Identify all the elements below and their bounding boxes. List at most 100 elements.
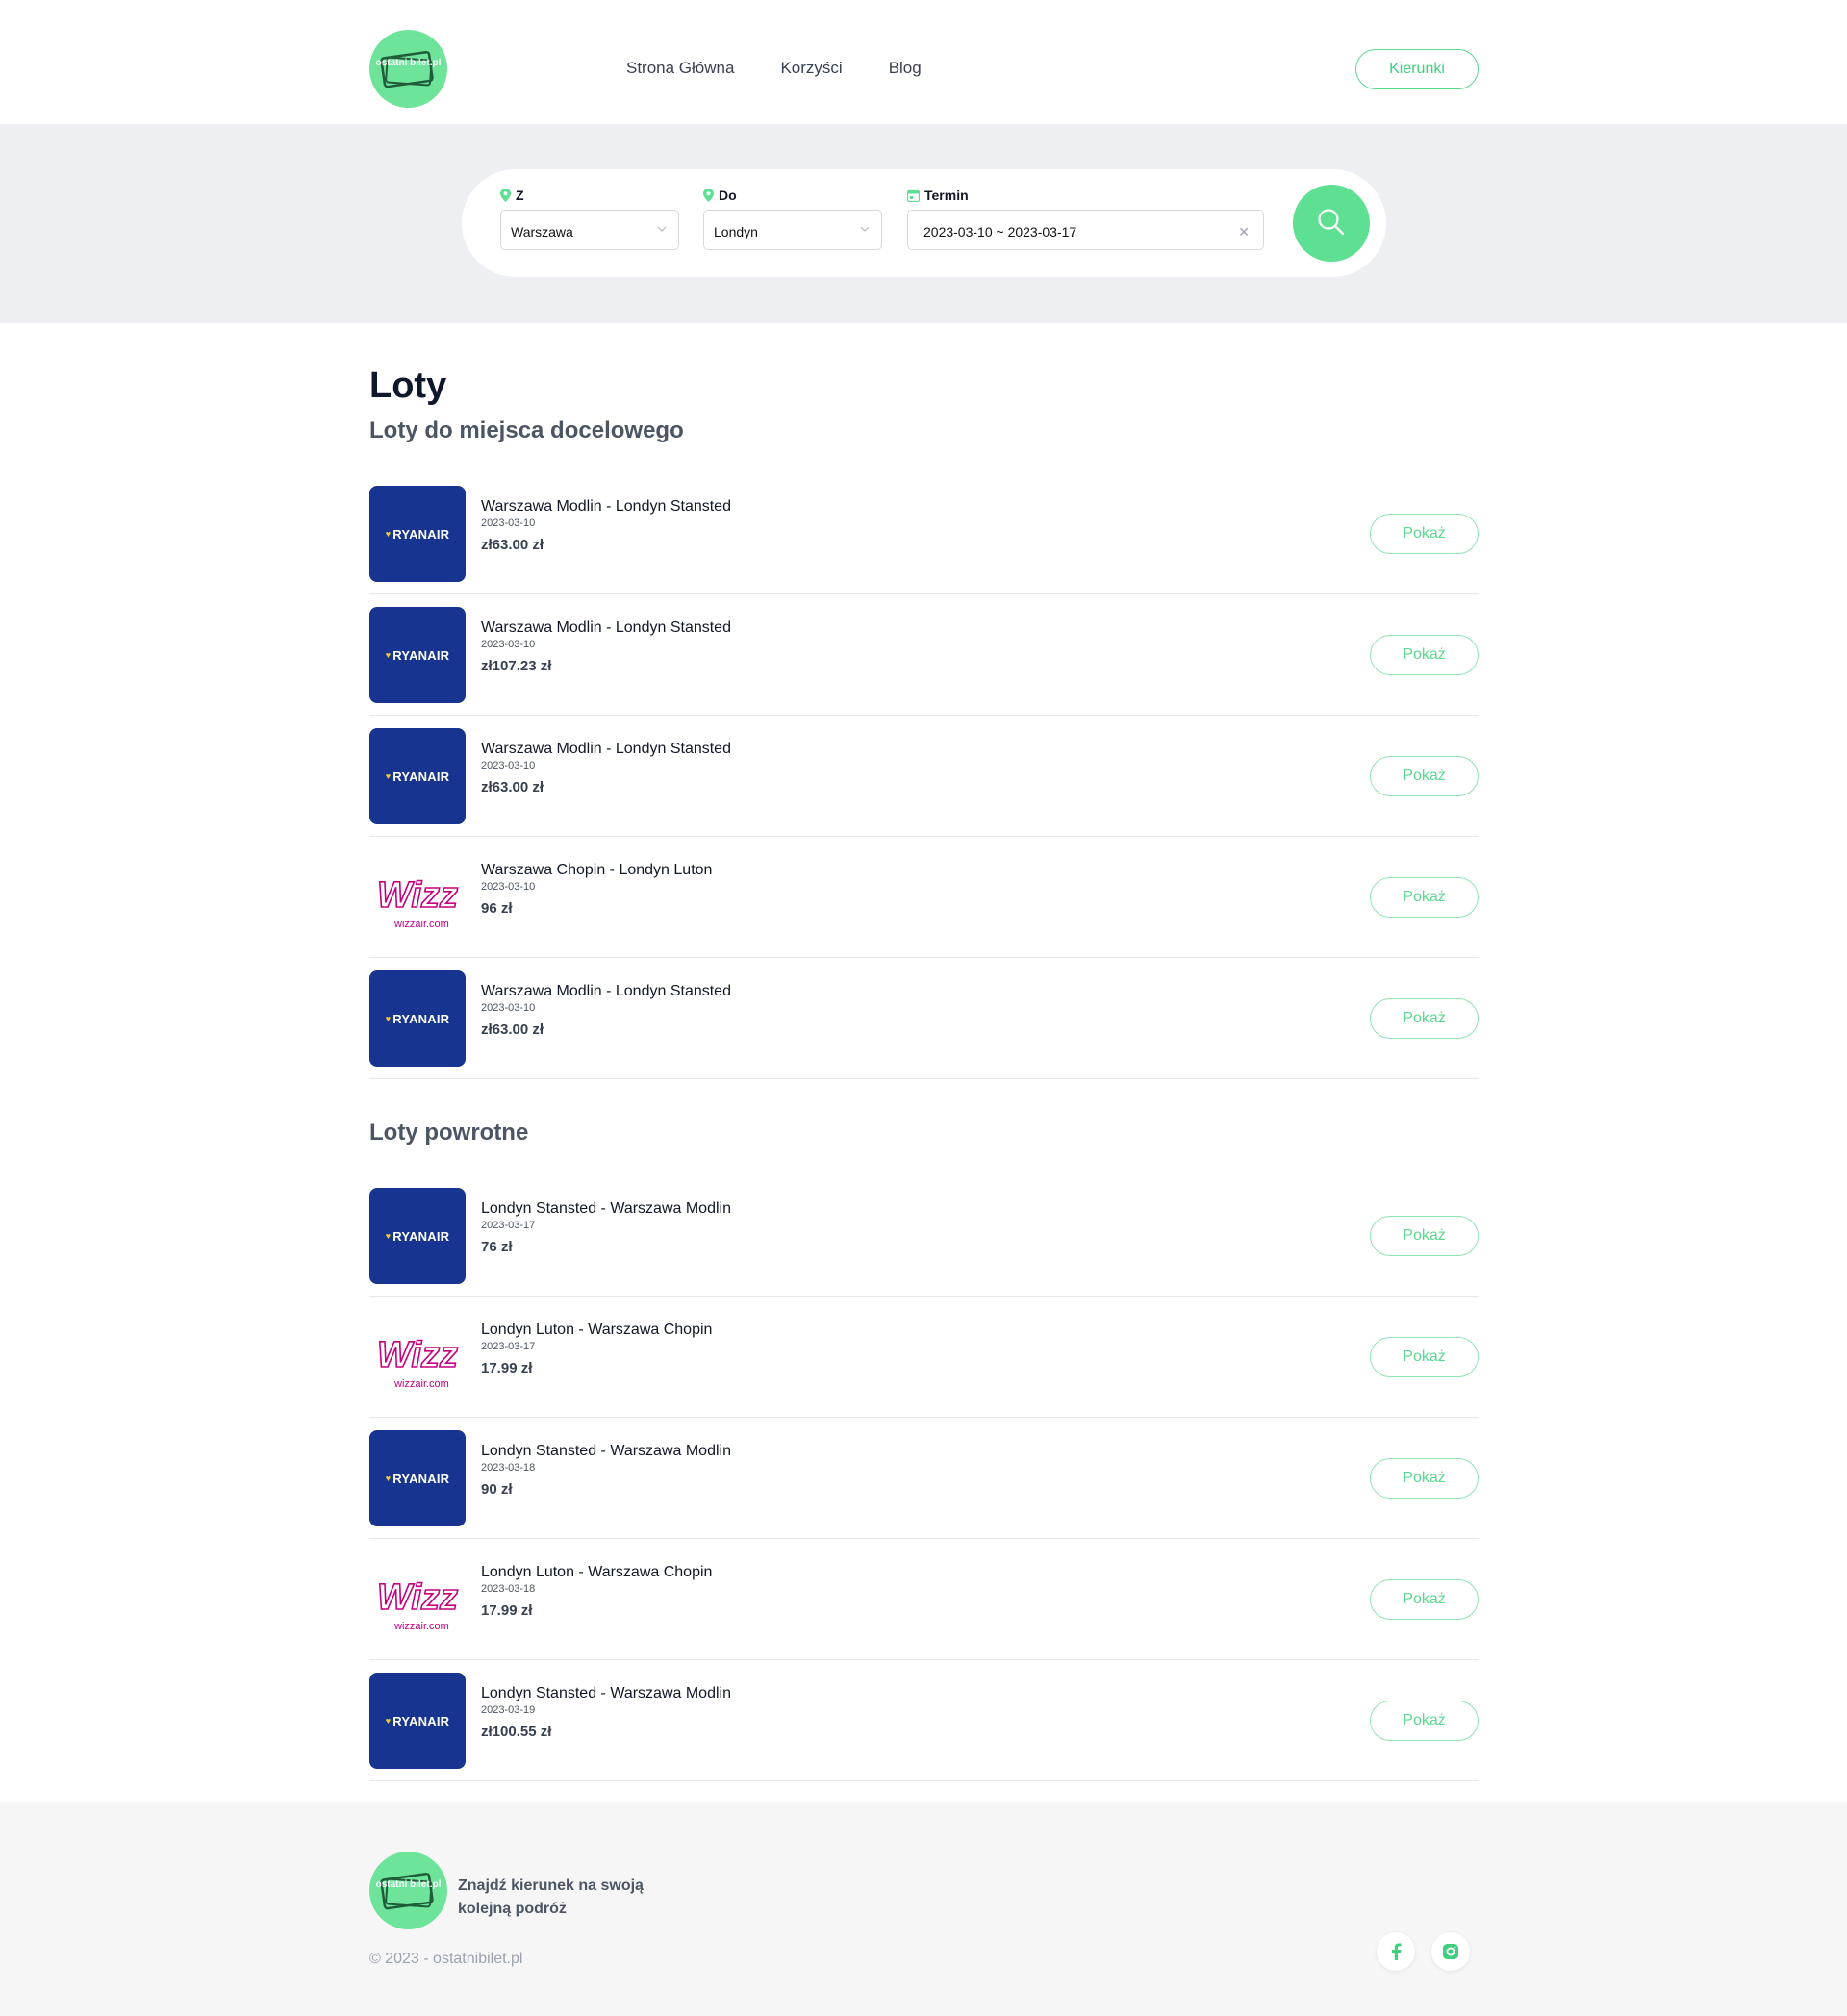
- show-flight-button[interactable]: Pokaż: [1370, 998, 1479, 1039]
- wizzair-logo: Wizz wizzair.com: [369, 1551, 466, 1648]
- footer-logo[interactable]: ostatni bilet.pl: [369, 1852, 447, 1929]
- wizzair-logo: Wizz wizzair.com: [369, 849, 466, 945]
- calendar-icon: [907, 189, 920, 202]
- flight-date: 2023-03-17: [481, 1341, 536, 1352]
- harp-icon: ♥: [385, 1474, 392, 1483]
- from-select[interactable]: Warszawa: [500, 210, 679, 250]
- to-select[interactable]: Londyn: [703, 210, 882, 250]
- ryanair-logo: ♥ RYANAIR: [369, 607, 466, 703]
- flight-date: 2023-03-19: [481, 1704, 536, 1716]
- svg-text:Wizz: Wizz: [377, 1577, 458, 1618]
- flight-route: Warszawa Modlin - Londyn Stansted: [481, 741, 731, 757]
- date-field: Termin 2023-03-10 ~ 2023-03-17 ✕: [907, 187, 1264, 250]
- flight-date: 2023-03-10: [481, 517, 536, 529]
- flight-row: ♥ RYANAIR Londyn Stansted - Warszawa Modl…: [369, 1175, 1479, 1297]
- clear-icon[interactable]: ✕: [1238, 224, 1250, 240]
- show-flight-button[interactable]: Pokaż: [1370, 1216, 1479, 1256]
- ryanair-logo: ♥ RYANAIR: [369, 1430, 466, 1526]
- show-flight-button[interactable]: Pokaż: [1370, 877, 1479, 918]
- flight-info: Warszawa Chopin - Londyn Luton 2023-03-1…: [481, 862, 712, 917]
- flight-route: Warszawa Modlin - Londyn Stansted: [481, 983, 731, 999]
- flight-price: zł63.00 zł: [481, 779, 544, 795]
- flight-price: zł63.00 zł: [481, 1021, 544, 1038]
- show-flight-button[interactable]: Pokaż: [1370, 635, 1479, 675]
- flight-route: Londyn Stansted - Warszawa Modlin: [481, 1200, 731, 1217]
- to-value: Londyn: [714, 224, 758, 239]
- to-label: Do: [719, 188, 737, 203]
- nav-link-home[interactable]: Strona Główna: [626, 59, 734, 78]
- search-button[interactable]: [1293, 185, 1370, 262]
- logo-text: ostatni bilet.pl: [375, 58, 442, 68]
- from-value: Warszawa: [511, 224, 573, 239]
- airline-logo-text: RYANAIR: [392, 769, 450, 784]
- flight-info: Londyn Stansted - Warszawa Modlin 2023-0…: [481, 1443, 731, 1498]
- flight-date: 2023-03-10: [481, 881, 536, 893]
- flight-info: Londyn Luton - Warszawa Chopin 2023-03-1…: [481, 1322, 712, 1376]
- return-section-title: Loty powrotne: [369, 1120, 529, 1146]
- site-footer: ostatni bilet.pl Znajdź kierunek na swoj…: [0, 1802, 1847, 2016]
- airline-logo-text: wizzair.com: [394, 1378, 449, 1390]
- flight-row: ♥ RYANAIR Warszawa Modlin - Londyn Stanst…: [369, 594, 1479, 716]
- flight-date: 2023-03-17: [481, 1220, 536, 1231]
- flight-route: Warszawa Chopin - Londyn Luton: [481, 862, 713, 878]
- flight-route: Londyn Stansted - Warszawa Modlin: [481, 1685, 731, 1701]
- flight-row: ♥ RYANAIR Londyn Stansted - Warszawa Modl…: [369, 1660, 1479, 1781]
- ryanair-logo: ♥ RYANAIR: [369, 486, 466, 582]
- chevron-down-icon: [860, 226, 870, 232]
- airline-logo-text: wizzair.com: [394, 1621, 449, 1632]
- show-flight-button[interactable]: Pokaż: [1370, 1458, 1479, 1499]
- footer-tagline: Znajdź kierunek na swoją kolejną podróż: [458, 1877, 644, 1917]
- flight-route: Londyn Luton - Warszawa Chopin: [481, 1322, 713, 1338]
- harp-icon: ♥: [385, 529, 392, 539]
- harp-icon: ♥: [385, 771, 392, 781]
- flight-date: 2023-03-10: [481, 760, 536, 771]
- date-range-input[interactable]: 2023-03-10 ~ 2023-03-17 ✕: [907, 210, 1264, 250]
- date-label: Termin: [924, 188, 969, 203]
- flight-info: Londyn Stansted - Warszawa Modlin 2023-0…: [481, 1200, 731, 1255]
- airline-logo-text: RYANAIR: [392, 1011, 450, 1026]
- ryanair-logo: ♥ RYANAIR: [369, 970, 466, 1067]
- flight-row: ♥ RYANAIR Warszawa Modlin - Londyn Stanst…: [369, 958, 1479, 1079]
- chevron-down-icon: [657, 226, 667, 232]
- harp-icon: ♥: [385, 650, 392, 660]
- nav-link-benefits[interactable]: Korzyści: [780, 59, 842, 78]
- flight-date: 2023-03-18: [481, 1462, 536, 1474]
- search-band: Z Warszawa Do Londyn Termin 2023-03-10 ~…: [0, 124, 1847, 323]
- flight-row: ♥ RYANAIR Londyn Stansted - Warszawa Modl…: [369, 1418, 1479, 1539]
- flight-date: 2023-03-10: [481, 639, 536, 650]
- nav-link-blog[interactable]: Blog: [889, 59, 922, 78]
- copyright: © 2023 - ostatnibilet.pl: [369, 1951, 523, 1967]
- show-flight-button[interactable]: Pokaż: [1370, 1337, 1479, 1377]
- airline-logo-text: RYANAIR: [392, 526, 450, 542]
- flight-date: 2023-03-10: [481, 1002, 536, 1014]
- show-flight-button[interactable]: Pokaż: [1370, 514, 1479, 554]
- site-logo[interactable]: ostatni bilet.pl: [369, 30, 447, 108]
- date-value: 2023-03-10 ~ 2023-03-17: [924, 224, 1077, 239]
- wizz-wordmark-icon: Wizz: [376, 1576, 459, 1619]
- svg-text:Wizz: Wizz: [377, 1335, 458, 1375]
- show-flight-button[interactable]: Pokaż: [1370, 756, 1479, 796]
- ryanair-logo: ♥ RYANAIR: [369, 1673, 466, 1769]
- return-flight-list: ♥ RYANAIR Londyn Stansted - Warszawa Modl…: [369, 1175, 1479, 1781]
- flight-row: Wizz wizzair.com Londyn Luton - Warszawa…: [369, 1297, 1479, 1418]
- flight-row: Wizz wizzair.com Londyn Luton - Warszawa…: [369, 1539, 1479, 1660]
- search-form: Z Warszawa Do Londyn Termin 2023-03-10 ~…: [462, 169, 1386, 277]
- flight-row: Wizz wizzair.com Warszawa Chopin - Londy…: [369, 837, 1479, 958]
- flight-route: Londyn Stansted - Warszawa Modlin: [481, 1443, 731, 1459]
- directions-button[interactable]: Kierunki: [1355, 49, 1479, 89]
- show-flight-button[interactable]: Pokaż: [1370, 1701, 1479, 1741]
- instagram-icon[interactable]: [1431, 1932, 1470, 1971]
- page-title: Loty: [369, 365, 447, 406]
- show-flight-button[interactable]: Pokaż: [1370, 1579, 1479, 1620]
- harp-icon: ♥: [385, 1231, 392, 1241]
- wizz-wordmark-icon: Wizz: [376, 874, 459, 917]
- svg-text:Wizz: Wizz: [377, 875, 458, 916]
- logo-text: ostatni bilet.pl: [375, 1879, 442, 1890]
- location-pin-icon: [500, 189, 511, 202]
- site-header: ostatni bilet.pl Strona Główna Korzyści …: [0, 0, 1847, 124]
- harp-icon: ♥: [385, 1716, 392, 1726]
- main-nav: Strona Główna Korzyści Blog: [626, 59, 922, 78]
- main-content: Loty Loty do miejsca docelowego ♥ RYANAIR…: [0, 323, 1847, 1781]
- facebook-icon[interactable]: [1377, 1932, 1415, 1971]
- to-field: Do Londyn: [703, 187, 882, 250]
